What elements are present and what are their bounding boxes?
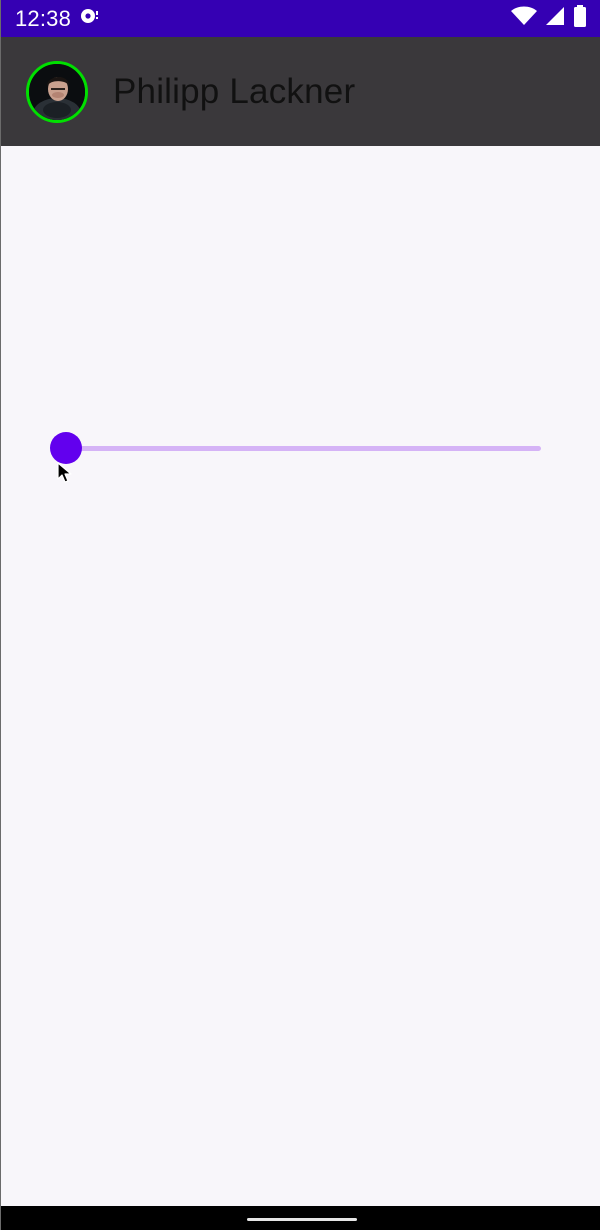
avatar[interactable] [26,60,88,123]
screen: 12:38 Philipp Lackner [0,0,600,1230]
cast-notification-icon [79,7,101,30]
battery-icon [573,5,587,32]
content-area [1,146,600,1206]
slider[interactable] [50,432,541,464]
mouse-pointer-icon [57,462,73,484]
navigation-bar [1,1206,600,1230]
slider-thumb[interactable] [50,432,82,464]
status-time: 12:38 [15,5,72,31]
gesture-handle[interactable] [247,1218,357,1221]
status-left: 12:38 [15,6,101,32]
profile-photo-icon [29,63,85,120]
wifi-icon [511,6,537,31]
status-bar: 12:38 [1,0,600,37]
app-bar: Philipp Lackner [1,37,600,146]
cell-signal-icon [545,6,565,31]
slider-track[interactable] [66,446,541,451]
app-title: Philipp Lackner [113,71,356,111]
status-right [511,5,587,32]
